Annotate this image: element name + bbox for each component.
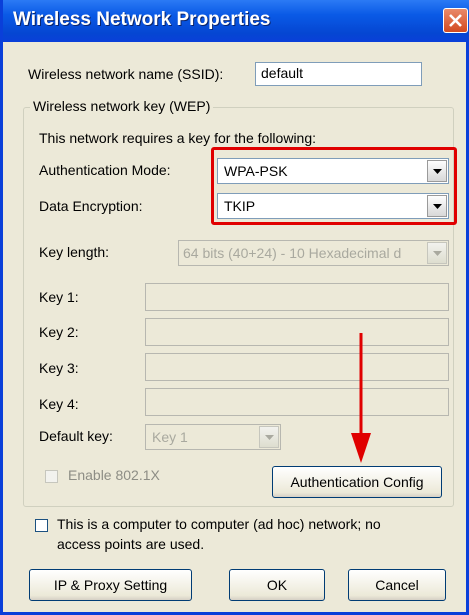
- adhoc-label-line1: This is a computer to computer (ad hoc) …: [57, 516, 381, 532]
- key4-input[interactable]: [145, 388, 449, 416]
- adhoc-label-line2: access points are used.: [57, 536, 205, 552]
- key-length-label: Key length:: [39, 244, 110, 260]
- ok-button[interactable]: OK: [229, 569, 325, 601]
- close-button[interactable]: [443, 8, 468, 33]
- authentication-config-button[interactable]: Authentication Config: [272, 466, 442, 498]
- key3-input[interactable]: [145, 353, 449, 381]
- key-length-value: 64 bits (40+24) - 10 Hexadecimal d: [183, 245, 402, 261]
- chevron-down-icon: [265, 435, 274, 440]
- ssid-label: Wireless network name (SSID):: [28, 66, 224, 82]
- default-key-value: Key 1: [152, 429, 188, 445]
- close-icon: [449, 14, 462, 27]
- key-length-dropdown-button[interactable]: [427, 242, 447, 264]
- ssid-input[interactable]: default: [255, 62, 422, 86]
- highlight-box: [211, 147, 457, 225]
- enable-8021x-label: Enable 802.1X: [68, 467, 160, 483]
- red-arrow-annotation: [351, 333, 371, 463]
- data-encryption-label: Data Encryption:: [39, 198, 143, 214]
- adhoc-checkbox[interactable]: [35, 519, 48, 532]
- key2-input[interactable]: [145, 318, 449, 346]
- cancel-button[interactable]: Cancel: [348, 569, 446, 601]
- default-key-select[interactable]: Key 1: [145, 424, 281, 450]
- dialog-window: Wireless Network Properties Wireless net…: [0, 0, 469, 615]
- wep-group-legend: Wireless network key (WEP): [30, 98, 214, 114]
- title-bar[interactable]: Wireless Network Properties: [3, 0, 469, 42]
- ip-proxy-setting-button[interactable]: IP & Proxy Setting: [29, 569, 192, 601]
- window-title: Wireless Network Properties: [13, 9, 271, 30]
- key-length-select[interactable]: 64 bits (40+24) - 10 Hexadecimal d: [178, 240, 449, 266]
- key1-label: Key 1:: [39, 289, 79, 305]
- enable-8021x-checkbox[interactable]: [45, 470, 58, 483]
- requires-key-text: This network requires a key for the foll…: [39, 130, 317, 146]
- key1-input[interactable]: [145, 283, 449, 311]
- default-key-dropdown-button[interactable]: [259, 426, 279, 448]
- chevron-down-icon: [433, 251, 442, 256]
- auth-mode-label: Authentication Mode:: [39, 162, 171, 178]
- key3-label: Key 3:: [39, 360, 79, 376]
- key4-label: Key 4:: [39, 396, 79, 412]
- default-key-label: Default key:: [39, 428, 113, 444]
- key2-label: Key 2:: [39, 324, 79, 340]
